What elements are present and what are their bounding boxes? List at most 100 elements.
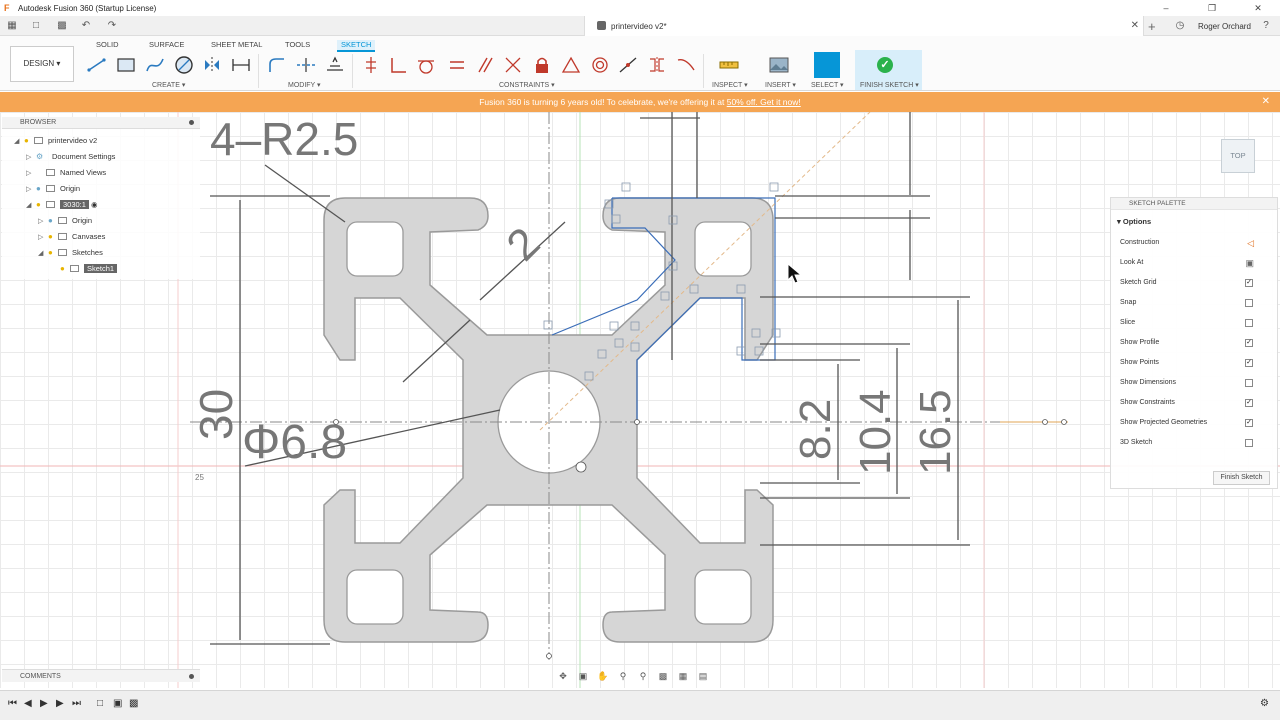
clock-icon[interactable]: ◷ <box>1172 19 1188 33</box>
midpoint-icon[interactable] <box>560 54 582 76</box>
look-at-icon[interactable]: ▣ <box>575 671 591 682</box>
parallel-icon[interactable] <box>474 54 496 76</box>
zoom-icon[interactable]: ⚲ <box>615 671 631 682</box>
tab-tools[interactable]: TOOLS <box>285 40 310 49</box>
concentric-icon[interactable] <box>589 54 611 76</box>
tangent-icon[interactable] <box>415 54 437 76</box>
tree-item-named-views[interactable]: ▷ Named Views <box>26 166 106 180</box>
expand-icon[interactable]: ▷ <box>26 183 36 197</box>
constraints-group-label[interactable]: CONSTRAINTS ▾ <box>499 81 555 89</box>
tab-surface[interactable]: SURFACE <box>149 40 184 49</box>
construction-icon[interactable]: ◁ <box>1247 237 1254 249</box>
expand-icon[interactable]: ▷ <box>38 215 48 229</box>
checkbox-unchecked[interactable] <box>1245 319 1253 327</box>
coincident-icon[interactable] <box>360 54 382 76</box>
visibility-bulb-icon[interactable]: ● <box>24 134 34 148</box>
tree-root[interactable]: ◢ ● printervideo v2 <box>14 134 97 148</box>
banner-link[interactable]: 50% off. Get it now! <box>727 97 801 107</box>
checkbox-checked[interactable]: ✓ <box>1245 339 1253 347</box>
modify-group-label[interactable]: MODIFY ▾ <box>288 81 321 89</box>
activate-radio-icon[interactable]: ◉ <box>91 200 98 209</box>
tab-solid[interactable]: SOLID <box>96 40 119 49</box>
checkbox-checked[interactable]: ✓ <box>1245 359 1253 367</box>
browser-header[interactable]: BROWSER <box>2 117 200 129</box>
go-to-start-icon[interactable]: ⏮ <box>8 698 17 709</box>
timeline-sketch-icon[interactable]: ▩ <box>129 698 138 709</box>
line-tool-icon[interactable] <box>86 54 108 76</box>
inspect-group-label[interactable]: INSPECT ▾ <box>712 81 748 89</box>
document-tab[interactable]: printervideo v2* ✕ <box>584 16 1144 36</box>
rectangle-tool-icon[interactable] <box>115 54 137 76</box>
tree-item-canvases[interactable]: ▷ ● Canvases <box>38 230 105 244</box>
fix-lock-icon[interactable] <box>531 54 553 76</box>
tree-item-component[interactable]: ◢ ● 3030:1 ◉ <box>26 198 98 212</box>
look-at-icon[interactable]: ▣ <box>1245 257 1254 269</box>
save-icon[interactable]: ▩ <box>54 19 70 33</box>
insert-group-label[interactable]: INSERT ▾ <box>765 81 796 89</box>
minimize-icon[interactable]: – <box>1143 0 1189 16</box>
palette-header[interactable]: SKETCH PALETTE <box>1111 198 1277 210</box>
expand-icon[interactable]: ▷ <box>26 167 36 181</box>
palette-finish-sketch-button[interactable]: Finish Sketch <box>1213 471 1270 485</box>
visibility-bulb-icon[interactable]: ● <box>48 214 58 228</box>
checkbox-checked[interactable]: ✓ <box>1245 399 1253 407</box>
palette-options-heading[interactable]: ▾ Options <box>1117 217 1151 226</box>
visibility-bulb-icon[interactable]: ● <box>48 230 58 244</box>
symmetry-icon[interactable] <box>646 54 668 76</box>
play-icon[interactable]: ▶ <box>40 698 48 709</box>
tree-item-component-origin[interactable]: ▷ ● Origin <box>38 214 92 228</box>
checkbox-unchecked[interactable] <box>1245 299 1253 307</box>
close-icon[interactable]: ✕ <box>1235 0 1280 16</box>
dimension-tool-icon[interactable] <box>230 54 252 76</box>
perpendicular-icon[interactable] <box>387 54 409 76</box>
tab-sheet-metal[interactable]: SHEET METAL <box>211 40 262 49</box>
fillet-tool-icon[interactable] <box>266 54 288 76</box>
orbit-icon[interactable]: ✥ <box>555 671 571 682</box>
collinear-icon[interactable] <box>617 54 639 76</box>
collapse-icon[interactable]: ◢ <box>26 199 36 213</box>
redo-icon[interactable]: ↷ <box>104 19 120 33</box>
offset-tool-icon[interactable] <box>324 54 346 76</box>
settings-gear-icon[interactable]: ⚙ <box>1260 698 1269 709</box>
grid-settings-icon[interactable]: ▦ <box>675 671 691 682</box>
expand-icon[interactable]: ▷ <box>26 151 36 165</box>
view-cube[interactable]: TOP <box>1221 139 1255 173</box>
workspace-switcher[interactable]: DESIGN ▾ <box>10 46 74 82</box>
tree-item-sketch1[interactable]: ● Sketch1 <box>60 262 118 276</box>
timeline-canvas-icon[interactable]: ▣ <box>113 698 122 709</box>
step-back-icon[interactable]: ◀ <box>24 698 32 709</box>
select-group-label[interactable]: SELECT ▾ <box>811 81 844 89</box>
insert-image-icon[interactable] <box>768 54 790 76</box>
step-forward-icon[interactable]: ▶ <box>56 698 64 709</box>
mirror-tool-icon[interactable] <box>201 54 223 76</box>
tree-item-sketches[interactable]: ◢ ● Sketches <box>38 246 103 260</box>
create-group-label[interactable]: CREATE ▾ <box>152 81 185 89</box>
checkbox-unchecked[interactable] <box>1245 439 1253 447</box>
checkbox-unchecked[interactable] <box>1245 379 1253 387</box>
maximize-icon[interactable]: ❐ <box>1189 0 1235 16</box>
measure-icon[interactable] <box>718 54 740 76</box>
tree-item-document-settings[interactable]: ▷ ⚙ Document Settings <box>26 150 115 164</box>
visibility-bulb-icon[interactable]: ● <box>60 262 70 276</box>
pan-icon[interactable]: ✋ <box>595 671 611 682</box>
collapse-icon[interactable]: ◢ <box>14 135 24 149</box>
user-name[interactable]: Roger Orchard <box>1198 22 1251 31</box>
checkbox-checked[interactable]: ✓ <box>1245 419 1253 427</box>
horizontal-vertical-icon[interactable] <box>502 54 524 76</box>
finish-sketch-button[interactable]: ✓ FINISH SKETCH ▾ <box>855 50 922 90</box>
trim-tool-icon[interactable] <box>295 54 317 76</box>
comments-pin-icon[interactable] <box>189 674 194 679</box>
curvature-icon[interactable] <box>675 54 697 76</box>
go-to-end-icon[interactable]: ⏭ <box>72 698 81 709</box>
comments-panel[interactable]: COMMENTS <box>2 669 200 682</box>
timeline-feature-icon[interactable]: □ <box>97 698 103 709</box>
select-icon[interactable] <box>814 52 840 78</box>
undo-icon[interactable]: ↶ <box>78 19 94 33</box>
circle-tool-icon[interactable] <box>173 54 195 76</box>
visibility-bulb-icon[interactable]: ● <box>36 182 46 196</box>
visibility-bulb-icon[interactable]: ● <box>48 246 58 260</box>
collapse-icon[interactable]: ◢ <box>38 247 48 261</box>
visibility-bulb-icon[interactable]: ● <box>36 198 46 212</box>
tab-sketch[interactable]: SKETCH <box>337 40 376 52</box>
help-icon[interactable]: ? <box>1258 19 1274 33</box>
